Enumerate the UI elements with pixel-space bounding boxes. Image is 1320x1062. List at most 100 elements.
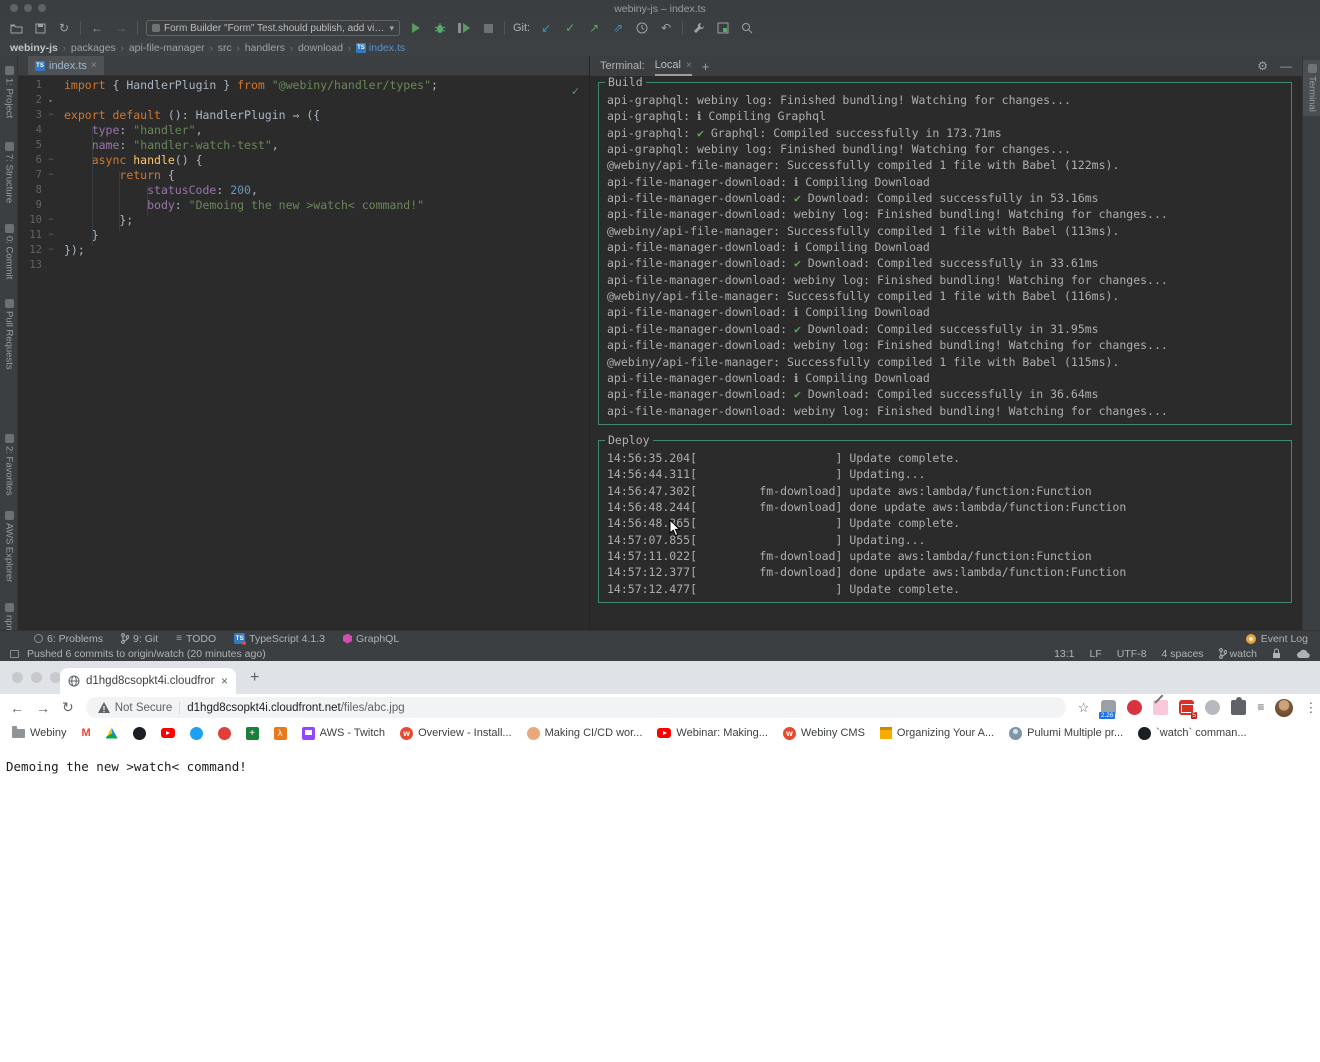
browser-reload-icon[interactable]: ↻ — [62, 699, 74, 716]
fold-marker-icon[interactable]: − — [42, 243, 60, 258]
breadcrumb-item[interactable]: download — [298, 42, 343, 54]
tool-strip-item[interactable]: 0: Commit — [0, 224, 18, 279]
breadcrumb-item[interactable]: TSindex.ts — [356, 42, 405, 54]
code-line[interactable]: 3−export default (): HandlerPlugin ⇒ ({ — [18, 108, 589, 123]
git-update-icon[interactable]: ↙ — [538, 20, 554, 36]
code-line[interactable]: 6− async handle() { — [18, 153, 589, 168]
code-line[interactable]: 4 type: "handler", — [18, 123, 589, 138]
bookmark-item[interactable]: wOverview - Install... — [400, 727, 512, 740]
lock-icon[interactable] — [1272, 648, 1281, 659]
code-line[interactable]: 7− return { — [18, 168, 589, 183]
code-line[interactable]: 2▸ — [18, 93, 589, 108]
bookmark-item[interactable]: wWebiny CMS — [783, 727, 865, 740]
tool-windows-icon[interactable] — [715, 20, 731, 36]
bookmark-item[interactable] — [161, 728, 175, 738]
run-button[interactable] — [408, 20, 424, 36]
forward-icon[interactable]: → — [113, 20, 129, 36]
close-tab-icon[interactable]: × — [91, 60, 97, 71]
code-line[interactable]: 13 — [18, 258, 589, 273]
bookmark-item[interactable]: + — [246, 727, 259, 740]
save-icon[interactable] — [32, 20, 48, 36]
bookmark-item[interactable]: M — [81, 727, 90, 739]
minimize-window-icon[interactable] — [24, 4, 32, 12]
minimize-window-icon[interactable] — [31, 672, 42, 683]
tool-strip-item[interactable]: npm — [0, 603, 18, 633]
history-clock-icon[interactable] — [634, 20, 650, 36]
code-line[interactable]: 5 name: "handler-watch-test", — [18, 138, 589, 153]
wrench-icon[interactable] — [691, 20, 707, 36]
breadcrumb-item[interactable]: webiny-js — [10, 42, 58, 54]
sync-icon[interactable]: ↻ — [56, 20, 72, 36]
line-separator[interactable]: LF — [1090, 648, 1102, 660]
cloud-settings-icon[interactable] — [1296, 649, 1310, 659]
address-bar[interactable]: Not Secure d1hgd8csopkt4i.cloudfront.net… — [86, 697, 1066, 718]
profile-avatar[interactable] — [1275, 699, 1293, 717]
bookmark-item[interactable] — [133, 727, 146, 740]
fold-marker-icon[interactable]: − — [42, 108, 60, 123]
caret-position[interactable]: 13:1 — [1054, 648, 1074, 660]
debug-button[interactable] — [432, 20, 448, 36]
bookmark-item[interactable]: Making CI/CD wor... — [527, 727, 643, 740]
extensions-puzzle-icon[interactable] — [1231, 700, 1246, 715]
window-controls[interactable] — [10, 4, 46, 12]
bookmark-item[interactable]: Webinar: Making... — [657, 727, 768, 739]
zoom-window-icon[interactable] — [38, 4, 46, 12]
terminal-body[interactable]: Build api-graphql: webiny log: Finished … — [590, 76, 1302, 630]
breadcrumb-item[interactable]: src — [218, 42, 232, 54]
browser-forward-icon[interactable]: → — [36, 700, 50, 716]
bookmark-item[interactable]: Organizing Your A... — [880, 727, 994, 739]
browser-back-icon[interactable]: ← — [10, 700, 24, 716]
new-tab-button[interactable]: + — [250, 669, 259, 687]
breadcrumb-item[interactable]: packages — [71, 42, 116, 54]
stop-button[interactable] — [480, 20, 496, 36]
tool-window-button[interactable]: ≡TODO — [176, 633, 216, 645]
fold-marker-icon[interactable]: − — [42, 168, 60, 183]
tool-strip-item[interactable]: 2: Favorites — [0, 434, 18, 496]
git-fetch-icon[interactable]: ⇗ — [610, 20, 626, 36]
code-line[interactable]: 11− } — [18, 228, 589, 243]
search-everywhere-icon[interactable] — [739, 20, 755, 36]
color-picker-extension-icon[interactable] — [1153, 700, 1168, 715]
tool-window-button[interactable]: 6: Problems — [34, 633, 103, 645]
tool-window-button[interactable]: 9: Git — [121, 633, 158, 645]
git-branch-widget[interactable]: watch — [1219, 648, 1257, 660]
indent-setting[interactable]: 4 spaces — [1162, 648, 1204, 660]
gray-extension-icon[interactable] — [1205, 700, 1220, 715]
new-terminal-icon[interactable]: + — [702, 59, 710, 74]
inspection-ok-icon[interactable]: ✓ — [572, 84, 579, 99]
tool-strip-item[interactable]: 1: Project — [0, 66, 18, 118]
code-area[interactable]: ✓ 1import { HandlerPlugin } from "@webin… — [18, 76, 589, 630]
terminal-settings-gear-icon[interactable]: ⚙ — [1257, 59, 1268, 73]
minimize-terminal-icon[interactable]: — — [1280, 59, 1292, 73]
tool-strip-item[interactable]: AWS Explorer — [0, 511, 18, 582]
tool-strip-item[interactable]: 7: Structure — [0, 142, 18, 203]
code-line[interactable]: 8 statusCode: 200, — [18, 183, 589, 198]
bookmark-item[interactable] — [106, 728, 118, 739]
event-log-button[interactable]: Event Log — [1246, 633, 1320, 645]
browser-window-controls[interactable] — [12, 672, 61, 683]
breadcrumb-item[interactable]: api-file-manager — [129, 42, 205, 54]
bookmark-item[interactable] — [190, 727, 203, 740]
code-line[interactable]: 12−}); — [18, 243, 589, 258]
bookmark-item[interactable]: λ — [274, 727, 287, 740]
run-configuration-select[interactable]: Form Builder "Form" Test.should publish,… — [146, 20, 400, 36]
fold-marker-icon[interactable]: − — [42, 153, 60, 168]
close-window-icon[interactable] — [10, 4, 18, 12]
run-with-coverage-button[interactable] — [456, 20, 472, 36]
tool-strip-item-terminal[interactable]: Terminal — [1303, 60, 1320, 116]
breadcrumb-item[interactable]: handlers — [245, 42, 285, 54]
close-terminal-tab-icon[interactable]: × — [686, 60, 692, 71]
close-tab-icon[interactable]: × — [221, 674, 228, 688]
fold-marker-icon[interactable]: − — [42, 213, 60, 228]
code-line[interactable]: 10− }; — [18, 213, 589, 228]
back-icon[interactable]: ← — [89, 20, 105, 36]
mail-extension-icon[interactable]: 5 — [1179, 700, 1194, 715]
fold-marker-icon[interactable]: ▸ — [42, 93, 60, 108]
tool-window-button[interactable]: GraphQL — [343, 633, 399, 645]
scale-extension-icon[interactable]: 2.26 — [1101, 700, 1116, 715]
code-line[interactable]: 1import { HandlerPlugin } from "@webiny/… — [18, 78, 589, 93]
close-window-icon[interactable] — [12, 672, 23, 683]
tool-window-button[interactable]: TSTypeScript 4.1.3 — [234, 633, 325, 645]
blocker-extension-icon[interactable] — [1127, 700, 1142, 715]
bookmark-item[interactable] — [218, 727, 231, 740]
